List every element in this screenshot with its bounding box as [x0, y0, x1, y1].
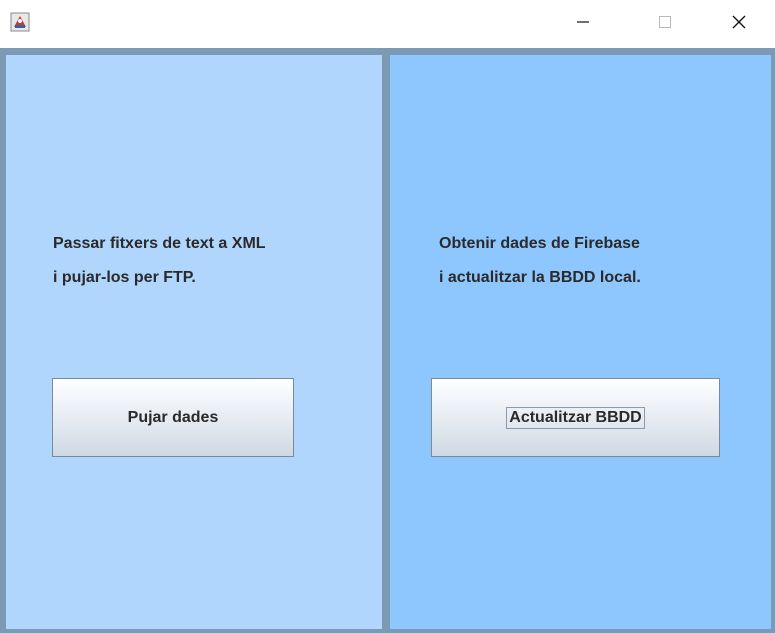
- upload-data-button[interactable]: Pujar dades: [52, 378, 294, 457]
- ftp-upload-description-line1: Passar fitxers de text a XML: [53, 235, 266, 252]
- firebase-sync-panel: Obtenir dades de Firebase i actualitzar …: [390, 55, 771, 629]
- close-button[interactable]: [716, 0, 762, 48]
- firebase-sync-description-line2: i actualitzar la BBDD local.: [439, 269, 641, 286]
- title-bar[interactable]: [0, 0, 775, 48]
- ftp-upload-description: Passar fitxers de text a XML i pujar-los…: [53, 227, 266, 295]
- java-app-icon[interactable]: [10, 12, 30, 32]
- minimize-icon: [576, 15, 590, 34]
- update-database-button-label: Actualitzar BBDD: [506, 406, 645, 429]
- firebase-sync-description-line1: Obtenir dades de Firebase: [439, 235, 640, 252]
- minimize-button[interactable]: [560, 0, 606, 48]
- firebase-sync-description: Obtenir dades de Firebase i actualitzar …: [439, 227, 641, 295]
- upload-data-button-label: Pujar dades: [127, 408, 219, 426]
- close-icon: [731, 14, 747, 35]
- update-database-button[interactable]: Actualitzar BBDD: [431, 378, 720, 457]
- app-window: Passar fitxers de text a XML i pujar-los…: [0, 0, 775, 633]
- ftp-upload-description-line2: i pujar-los per FTP.: [53, 269, 196, 286]
- maximize-icon: [658, 15, 672, 34]
- maximize-button[interactable]: [642, 0, 688, 48]
- ftp-upload-panel: Passar fitxers de text a XML i pujar-los…: [6, 55, 382, 629]
- content-area: Passar fitxers de text a XML i pujar-los…: [0, 48, 775, 633]
